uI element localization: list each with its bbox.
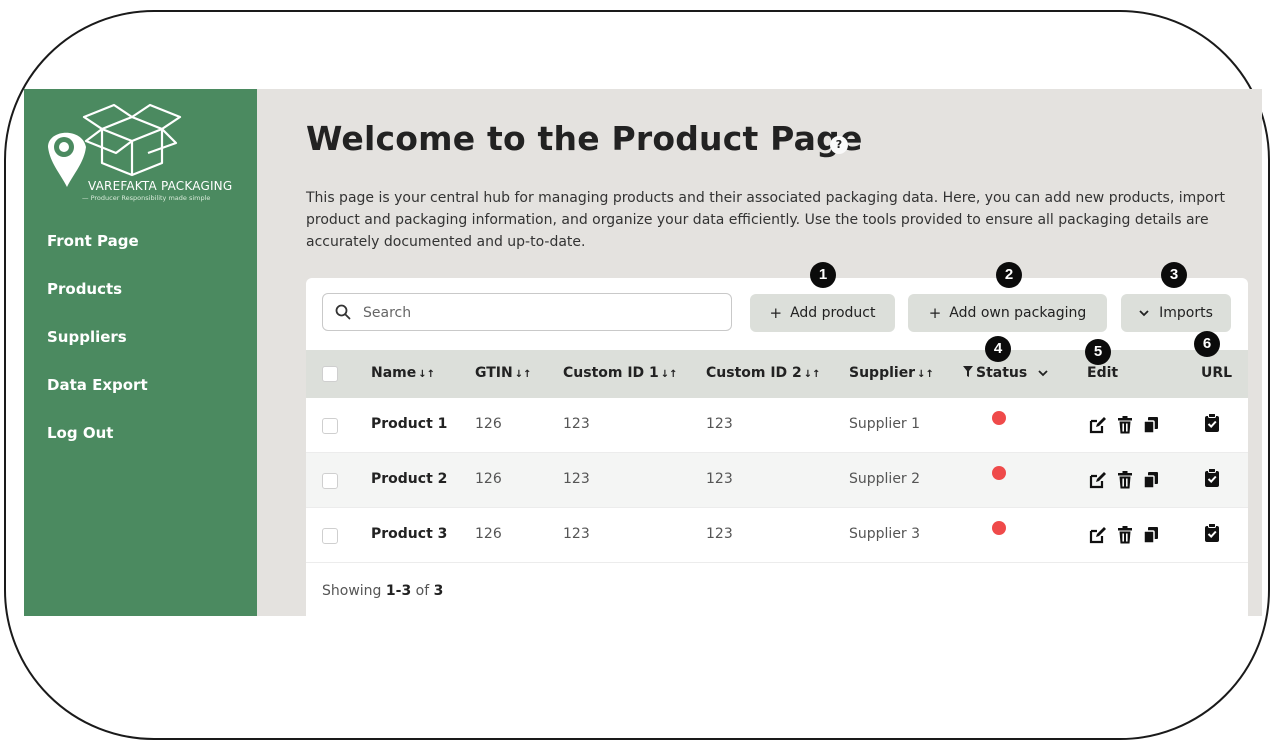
col-name[interactable]: Name ↓↑ (371, 365, 435, 381)
cell-gtin: 126 (475, 416, 502, 432)
row-checkbox[interactable] (322, 418, 338, 434)
add-packaging-label: Add own packaging (949, 305, 1087, 321)
table-row: Product 3 126 123 123 Supplier 3 (306, 508, 1248, 563)
cell-custom-id-1: 123 (563, 471, 590, 487)
sort-icon: ↓↑ (418, 369, 436, 380)
plus-icon: + (769, 304, 783, 322)
chevron-down-icon (1038, 370, 1048, 377)
cell-name[interactable]: Product 3 (371, 526, 447, 542)
marker-6: 6 (1194, 331, 1220, 357)
search-input[interactable] (361, 300, 725, 326)
edit-icon[interactable] (1089, 416, 1107, 434)
intro-text: This page is your central hub for managi… (306, 190, 1225, 250)
pagination-summary: Showing 1-3 of 3 (322, 583, 444, 599)
clipboard-check-icon[interactable] (1204, 468, 1220, 487)
cell-name[interactable]: Product 1 (371, 416, 447, 432)
main-content: Welcome to the Product Page ? This page … (257, 89, 1262, 616)
cell-gtin: 126 (475, 526, 502, 542)
add-own-packaging-button[interactable]: + Add own packaging (908, 294, 1107, 332)
cell-custom-id-2: 123 (706, 526, 733, 542)
plus-icon: + (928, 304, 942, 322)
col-supplier[interactable]: Supplier ↓↑ (849, 365, 934, 381)
nav-products[interactable]: Products (47, 280, 148, 328)
nav-log-out[interactable]: Log Out (47, 424, 148, 472)
copy-icon[interactable] (1143, 416, 1159, 434)
sidebar-nav: Front Page Products Suppliers Data Expor… (47, 232, 148, 472)
col-edit: Edit (1087, 365, 1119, 381)
marker-1: 1 (810, 262, 836, 288)
copy-icon[interactable] (1143, 526, 1159, 544)
search-icon (335, 304, 351, 320)
cell-gtin: 126 (475, 471, 502, 487)
imports-label: Imports (1159, 305, 1213, 321)
cell-custom-id-1: 123 (563, 416, 590, 432)
cell-supplier: Supplier 2 (849, 471, 921, 487)
cell-custom-id-2: 123 (706, 416, 733, 432)
imports-button[interactable]: Imports (1121, 294, 1231, 332)
sort-icon: ↓↑ (660, 369, 678, 380)
row-checkbox[interactable] (322, 528, 338, 544)
status-indicator (992, 521, 1006, 535)
cell-custom-id-2: 123 (706, 471, 733, 487)
app-window: VAREFAKTA PACKAGING — Producer Responsib… (24, 89, 1262, 616)
sort-icon: ↓↑ (803, 369, 821, 380)
col-url: URL (1201, 365, 1233, 381)
cell-supplier: Supplier 3 (849, 526, 921, 542)
nav-front-page[interactable]: Front Page (47, 232, 148, 280)
row-checkbox[interactable] (322, 473, 338, 489)
clipboard-check-icon[interactable] (1204, 413, 1220, 432)
nav-data-export[interactable]: Data Export (47, 376, 148, 424)
brand-name: VAREFAKTA PACKAGING (88, 179, 233, 193)
col-gtin[interactable]: GTIN ↓↑ (475, 365, 532, 381)
marker-5: 5 (1085, 339, 1111, 365)
marker-3: 3 (1161, 262, 1187, 288)
status-indicator (992, 466, 1006, 480)
cell-name[interactable]: Product 2 (371, 471, 447, 487)
marker-4: 4 (985, 336, 1011, 362)
search-box[interactable] (322, 293, 732, 331)
table-row: Product 2 126 123 123 Supplier 2 (306, 453, 1248, 508)
chevron-down-icon (1139, 310, 1149, 317)
trash-icon[interactable] (1117, 526, 1133, 544)
edit-icon[interactable] (1089, 471, 1107, 489)
edit-icon[interactable] (1089, 526, 1107, 544)
clipboard-check-icon[interactable] (1204, 523, 1220, 542)
products-card: + Add product + Add own packaging Import… (306, 278, 1248, 616)
trash-icon[interactable] (1117, 416, 1133, 434)
col-status[interactable]: Status (963, 365, 1048, 381)
sort-icon: ↓↑ (514, 369, 532, 380)
logo: VAREFAKTA PACKAGING — Producer Responsib… (24, 95, 257, 205)
trash-icon[interactable] (1117, 471, 1133, 489)
help-icon[interactable]: ? (830, 136, 848, 154)
cell-custom-id-1: 123 (563, 526, 590, 542)
nav-suppliers[interactable]: Suppliers (47, 328, 148, 376)
add-product-button[interactable]: + Add product (750, 294, 895, 332)
col-custom-id-1[interactable]: Custom ID 1 ↓↑ (563, 365, 678, 381)
table-row: Product 1 126 123 123 Supplier 1 (306, 398, 1248, 453)
cell-supplier: Supplier 1 (849, 416, 921, 432)
sidebar: VAREFAKTA PACKAGING — Producer Responsib… (24, 89, 257, 616)
page-title: Welcome to the Product Page (306, 119, 863, 158)
status-indicator (992, 411, 1006, 425)
add-product-label: Add product (790, 305, 876, 321)
brand-tagline: — Producer Responsibility made simple (82, 194, 211, 202)
select-all-checkbox[interactable] (322, 366, 338, 382)
col-custom-id-2[interactable]: Custom ID 2 ↓↑ (706, 365, 821, 381)
marker-2: 2 (996, 262, 1022, 288)
copy-icon[interactable] (1143, 471, 1159, 489)
sort-icon: ↓↑ (917, 369, 934, 380)
filter-icon (963, 366, 973, 377)
